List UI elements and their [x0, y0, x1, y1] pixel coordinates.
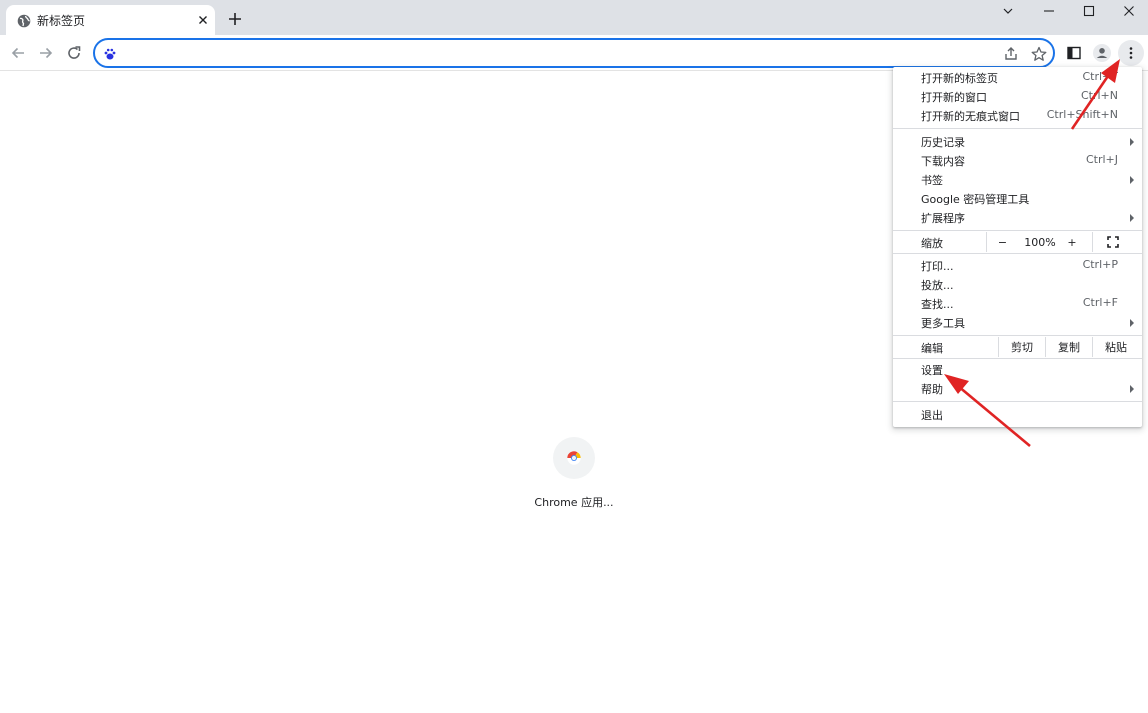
menu-item-exit[interactable]: 退出 — [893, 405, 1142, 424]
tab-new-tab[interactable]: 新标签页 — [6, 5, 215, 35]
zoom-out-button[interactable]: − — [986, 232, 1018, 252]
edit-label: 编辑 — [921, 342, 943, 355]
menu-separator — [893, 253, 1142, 254]
tab-title: 新标签页 — [37, 14, 86, 28]
menu-item-cast[interactable]: 投放... — [893, 275, 1142, 294]
menu-item-help[interactable]: 帮助 — [893, 379, 1142, 398]
reload-button[interactable] — [62, 41, 86, 65]
menu-edit-row: 编辑 剪切 复制 粘贴 — [893, 337, 1142, 357]
share-icon[interactable] — [1002, 45, 1020, 63]
globe-icon — [17, 13, 31, 28]
side-panel-button[interactable] — [1062, 41, 1086, 65]
cut-button[interactable]: 剪切 — [998, 337, 1045, 357]
star-icon[interactable] — [1030, 45, 1048, 63]
chrome-apps-icon — [553, 437, 595, 479]
tab-strip: 新标签页 — [0, 0, 1148, 35]
paste-button[interactable]: 粘贴 — [1092, 337, 1139, 357]
baidu-paw-icon — [103, 46, 117, 60]
menu-separator — [893, 230, 1142, 231]
menu-separator — [893, 128, 1142, 129]
menu-item-new-tab[interactable]: 打开新的标签页 Ctrl+T — [893, 68, 1142, 87]
menu-item-more-tools[interactable]: 更多工具 — [893, 313, 1142, 332]
back-button[interactable] — [6, 41, 30, 65]
arrow-left-icon — [11, 47, 24, 59]
submenu-arrow-icon — [1130, 214, 1134, 222]
fullscreen-icon[interactable] — [1092, 232, 1132, 252]
menu-item-bookmarks[interactable]: 书签 — [893, 170, 1142, 189]
menu-item-new-window[interactable]: 打开新的窗口 Ctrl+N — [893, 87, 1142, 106]
submenu-arrow-icon — [1130, 319, 1134, 327]
menu-item-downloads[interactable]: 下载内容 Ctrl+J — [893, 151, 1142, 170]
browser-window: 新标签页 Chrome 应用... 打开新的标签页 Ctrl+T 打开新的窗口 … — [0, 0, 1148, 713]
submenu-arrow-icon — [1130, 385, 1134, 393]
profile-button[interactable] — [1090, 41, 1114, 65]
arrow-right-icon — [40, 47, 53, 59]
menu-item-settings[interactable]: 设置 — [893, 360, 1142, 379]
menu-zoom-row: 缩放 − 100% + — [893, 232, 1142, 252]
menu-item-find[interactable]: 查找... Ctrl+F — [893, 294, 1142, 313]
shortcut-label: Chrome 应用... — [534, 496, 614, 509]
toolbar — [0, 35, 1148, 71]
copy-button[interactable]: 复制 — [1045, 337, 1092, 357]
address-bar[interactable] — [93, 38, 1055, 68]
menu-item-print[interactable]: 打印... Ctrl+P — [893, 256, 1142, 275]
menu-separator — [893, 401, 1142, 402]
menu-item-extensions[interactable]: 扩展程序 — [893, 208, 1142, 227]
zoom-value: 100% — [1024, 235, 1056, 249]
window-close-icon[interactable] — [1110, 0, 1148, 22]
menu-separator — [893, 358, 1142, 359]
new-tab-button[interactable] — [225, 9, 245, 29]
menu-item-history[interactable]: 历史记录 — [893, 132, 1142, 151]
submenu-arrow-icon — [1130, 138, 1134, 146]
zoom-in-button[interactable]: + — [1062, 232, 1082, 252]
submenu-arrow-icon — [1130, 176, 1134, 184]
chevron-down-icon[interactable] — [989, 0, 1027, 22]
minimize-icon[interactable] — [1030, 0, 1068, 22]
address-input[interactable] — [125, 44, 985, 62]
chrome-main-menu: 打开新的标签页 Ctrl+T 打开新的窗口 Ctrl+N 打开新的无痕式窗口 Ctrl… — [893, 67, 1142, 427]
side-panel-icon — [1067, 46, 1081, 60]
menu-item-new-incognito[interactable]: 打开新的无痕式窗口 Ctrl+Shift+N — [893, 106, 1142, 125]
zoom-label: 缩放 — [921, 237, 943, 250]
profile-icon — [1093, 44, 1111, 62]
shortcut-chrome-apps[interactable]: Chrome 应用... — [526, 437, 622, 517]
menu-separator — [893, 335, 1142, 336]
menu-item-password-manager[interactable]: Google 密码管理工具 — [893, 189, 1142, 208]
reload-icon — [68, 46, 81, 59]
maximize-icon[interactable] — [1070, 0, 1108, 22]
forward-button[interactable] — [34, 41, 58, 65]
kebab-menu-icon[interactable] — [1119, 41, 1143, 65]
close-icon[interactable] — [195, 12, 211, 28]
